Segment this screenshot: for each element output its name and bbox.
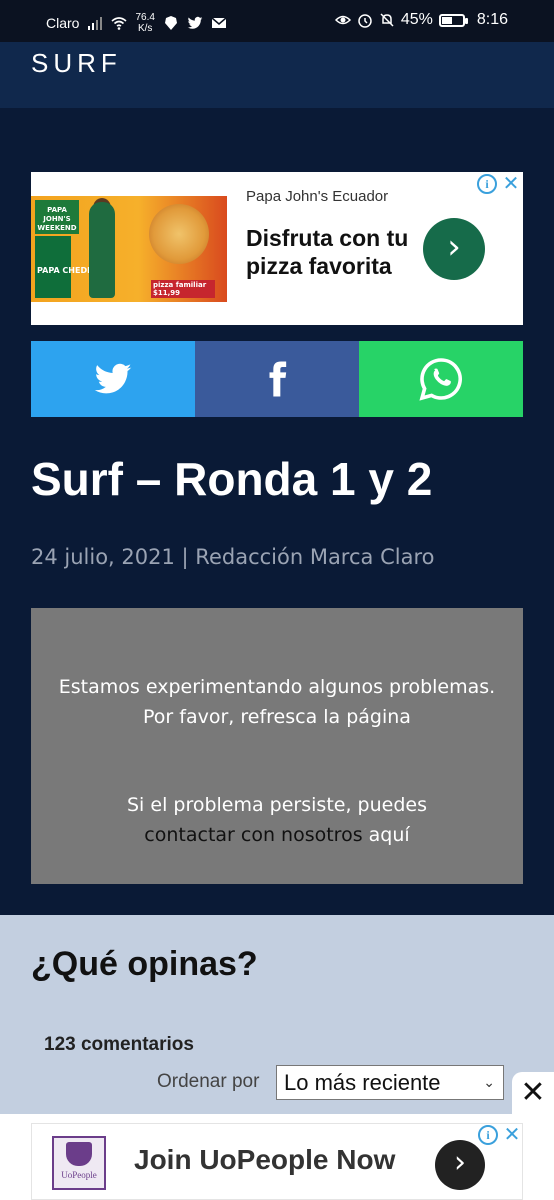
status-bar-left: Claro 76.4 K/s xyxy=(46,12,227,34)
ad-cta-button[interactable]: › xyxy=(423,218,485,280)
status-bar: Claro 76.4 K/s 45% 8:16 xyxy=(0,0,554,42)
close-icon[interactable]: ✕ xyxy=(502,1125,522,1145)
close-ad-button[interactable]: ✕ xyxy=(512,1072,554,1114)
error-line-4-text: contactar con nosotros xyxy=(144,824,369,846)
article-author[interactable]: Redacción Marca Claro xyxy=(195,545,434,569)
chevron-right-icon: › xyxy=(447,227,461,267)
signal-icon xyxy=(88,17,103,30)
ad-banner-bottom-container: UoPeople Join UoPeople Now › i ✕ xyxy=(0,1114,554,1200)
share-facebook-button[interactable] xyxy=(195,341,359,417)
article-title: Surf – Ronda 1 y 2 xyxy=(31,453,433,505)
battery-percent: 45% xyxy=(400,11,433,28)
article-meta: 24 julio, 2021 | Redacción Marca Claro xyxy=(31,545,434,569)
network-speed: 76.4 K/s xyxy=(135,12,154,34)
info-icon[interactable]: i xyxy=(478,1125,498,1145)
info-icon[interactable]: i xyxy=(477,174,497,194)
site-header: SURF xyxy=(0,42,554,108)
comments-count: 123 comentarios xyxy=(44,1034,194,1055)
ad-bottom-headline[interactable]: Join UoPeople Now xyxy=(134,1144,395,1176)
speed-unit: K/s xyxy=(137,23,153,34)
whatsapp-icon xyxy=(419,358,462,401)
wifi-icon xyxy=(111,17,127,30)
status-bar-right: 45% 8:16 xyxy=(334,11,508,29)
ad-image-badge: PAPA JOHN'S WEEKEND xyxy=(35,200,79,234)
ad-bottom-cta-button[interactable]: › xyxy=(435,1140,485,1190)
pizza-image xyxy=(149,204,209,264)
close-icon: ✕ xyxy=(520,1076,546,1109)
comments-title: ¿Qué opinas? xyxy=(31,945,258,983)
ad-banner-top[interactable]: PAPA JOHN'S WEEKEND PAPA CHEDDAR pizza f… xyxy=(31,172,523,325)
chevron-down-icon: ⌄ xyxy=(483,1074,495,1090)
error-line-3: Si el problema persiste, puedes xyxy=(127,794,427,816)
error-paragraph-1: Estamos experimentando algunos problemas… xyxy=(31,672,523,732)
mail-icon xyxy=(211,17,227,28)
error-message-box: Estamos experimentando algunos problemas… xyxy=(31,608,523,884)
ad-banner-bottom[interactable]: UoPeople Join UoPeople Now › i ✕ xyxy=(31,1123,523,1200)
clock: 8:16 xyxy=(476,11,508,28)
ad-brand[interactable]: Papa John's Ecuador xyxy=(246,188,388,205)
share-twitter-button[interactable] xyxy=(31,341,195,417)
alarm-icon xyxy=(358,14,372,28)
logo-text: UoPeople xyxy=(61,1170,97,1180)
contact-link[interactable]: aquí xyxy=(369,824,410,846)
ad-image[interactable]: PAPA JOHN'S WEEKEND PAPA CHEDDAR pizza f… xyxy=(31,196,227,302)
shield-icon xyxy=(66,1142,92,1166)
article-date: 24 julio, 2021 xyxy=(31,545,175,569)
eye-icon xyxy=(334,15,351,25)
ad-headline[interactable]: Disfruta con tu pizza favorita xyxy=(246,224,416,280)
facebook-icon xyxy=(269,361,287,397)
meta-separator: | xyxy=(174,545,196,569)
chevron-right-icon: › xyxy=(454,1145,466,1180)
battery-icon xyxy=(438,13,468,27)
twitter-notification-icon xyxy=(187,16,203,29)
carrier-label: Claro xyxy=(46,15,80,31)
error-line-2: Por favor, refresca la página xyxy=(143,706,411,728)
brave-icon xyxy=(164,16,177,30)
uopeople-logo[interactable]: UoPeople xyxy=(52,1136,106,1190)
error-paragraph-2: Si el problema persiste, puedes contacta… xyxy=(31,790,523,850)
ad-price-tag: pizza familiar $11,99 xyxy=(151,280,215,298)
close-icon[interactable]: ✕ xyxy=(501,174,521,194)
ad-image-person xyxy=(89,202,115,298)
twitter-icon xyxy=(94,363,132,394)
battery-fill xyxy=(441,16,452,24)
mute-bell-icon xyxy=(380,13,394,27)
error-line-4: contactar con nosotros aquí xyxy=(31,820,523,850)
speed-value: 76.4 xyxy=(135,12,155,23)
sort-label: Ordenar por xyxy=(157,1071,260,1092)
site-title[interactable]: SURF xyxy=(31,48,122,79)
share-whatsapp-button[interactable] xyxy=(359,341,523,417)
error-line-1: Estamos experimentando algunos problemas… xyxy=(58,676,496,698)
sort-select-value: Lo más reciente xyxy=(284,1070,441,1095)
sort-select[interactable]: Lo más reciente ⌄ xyxy=(276,1065,504,1100)
